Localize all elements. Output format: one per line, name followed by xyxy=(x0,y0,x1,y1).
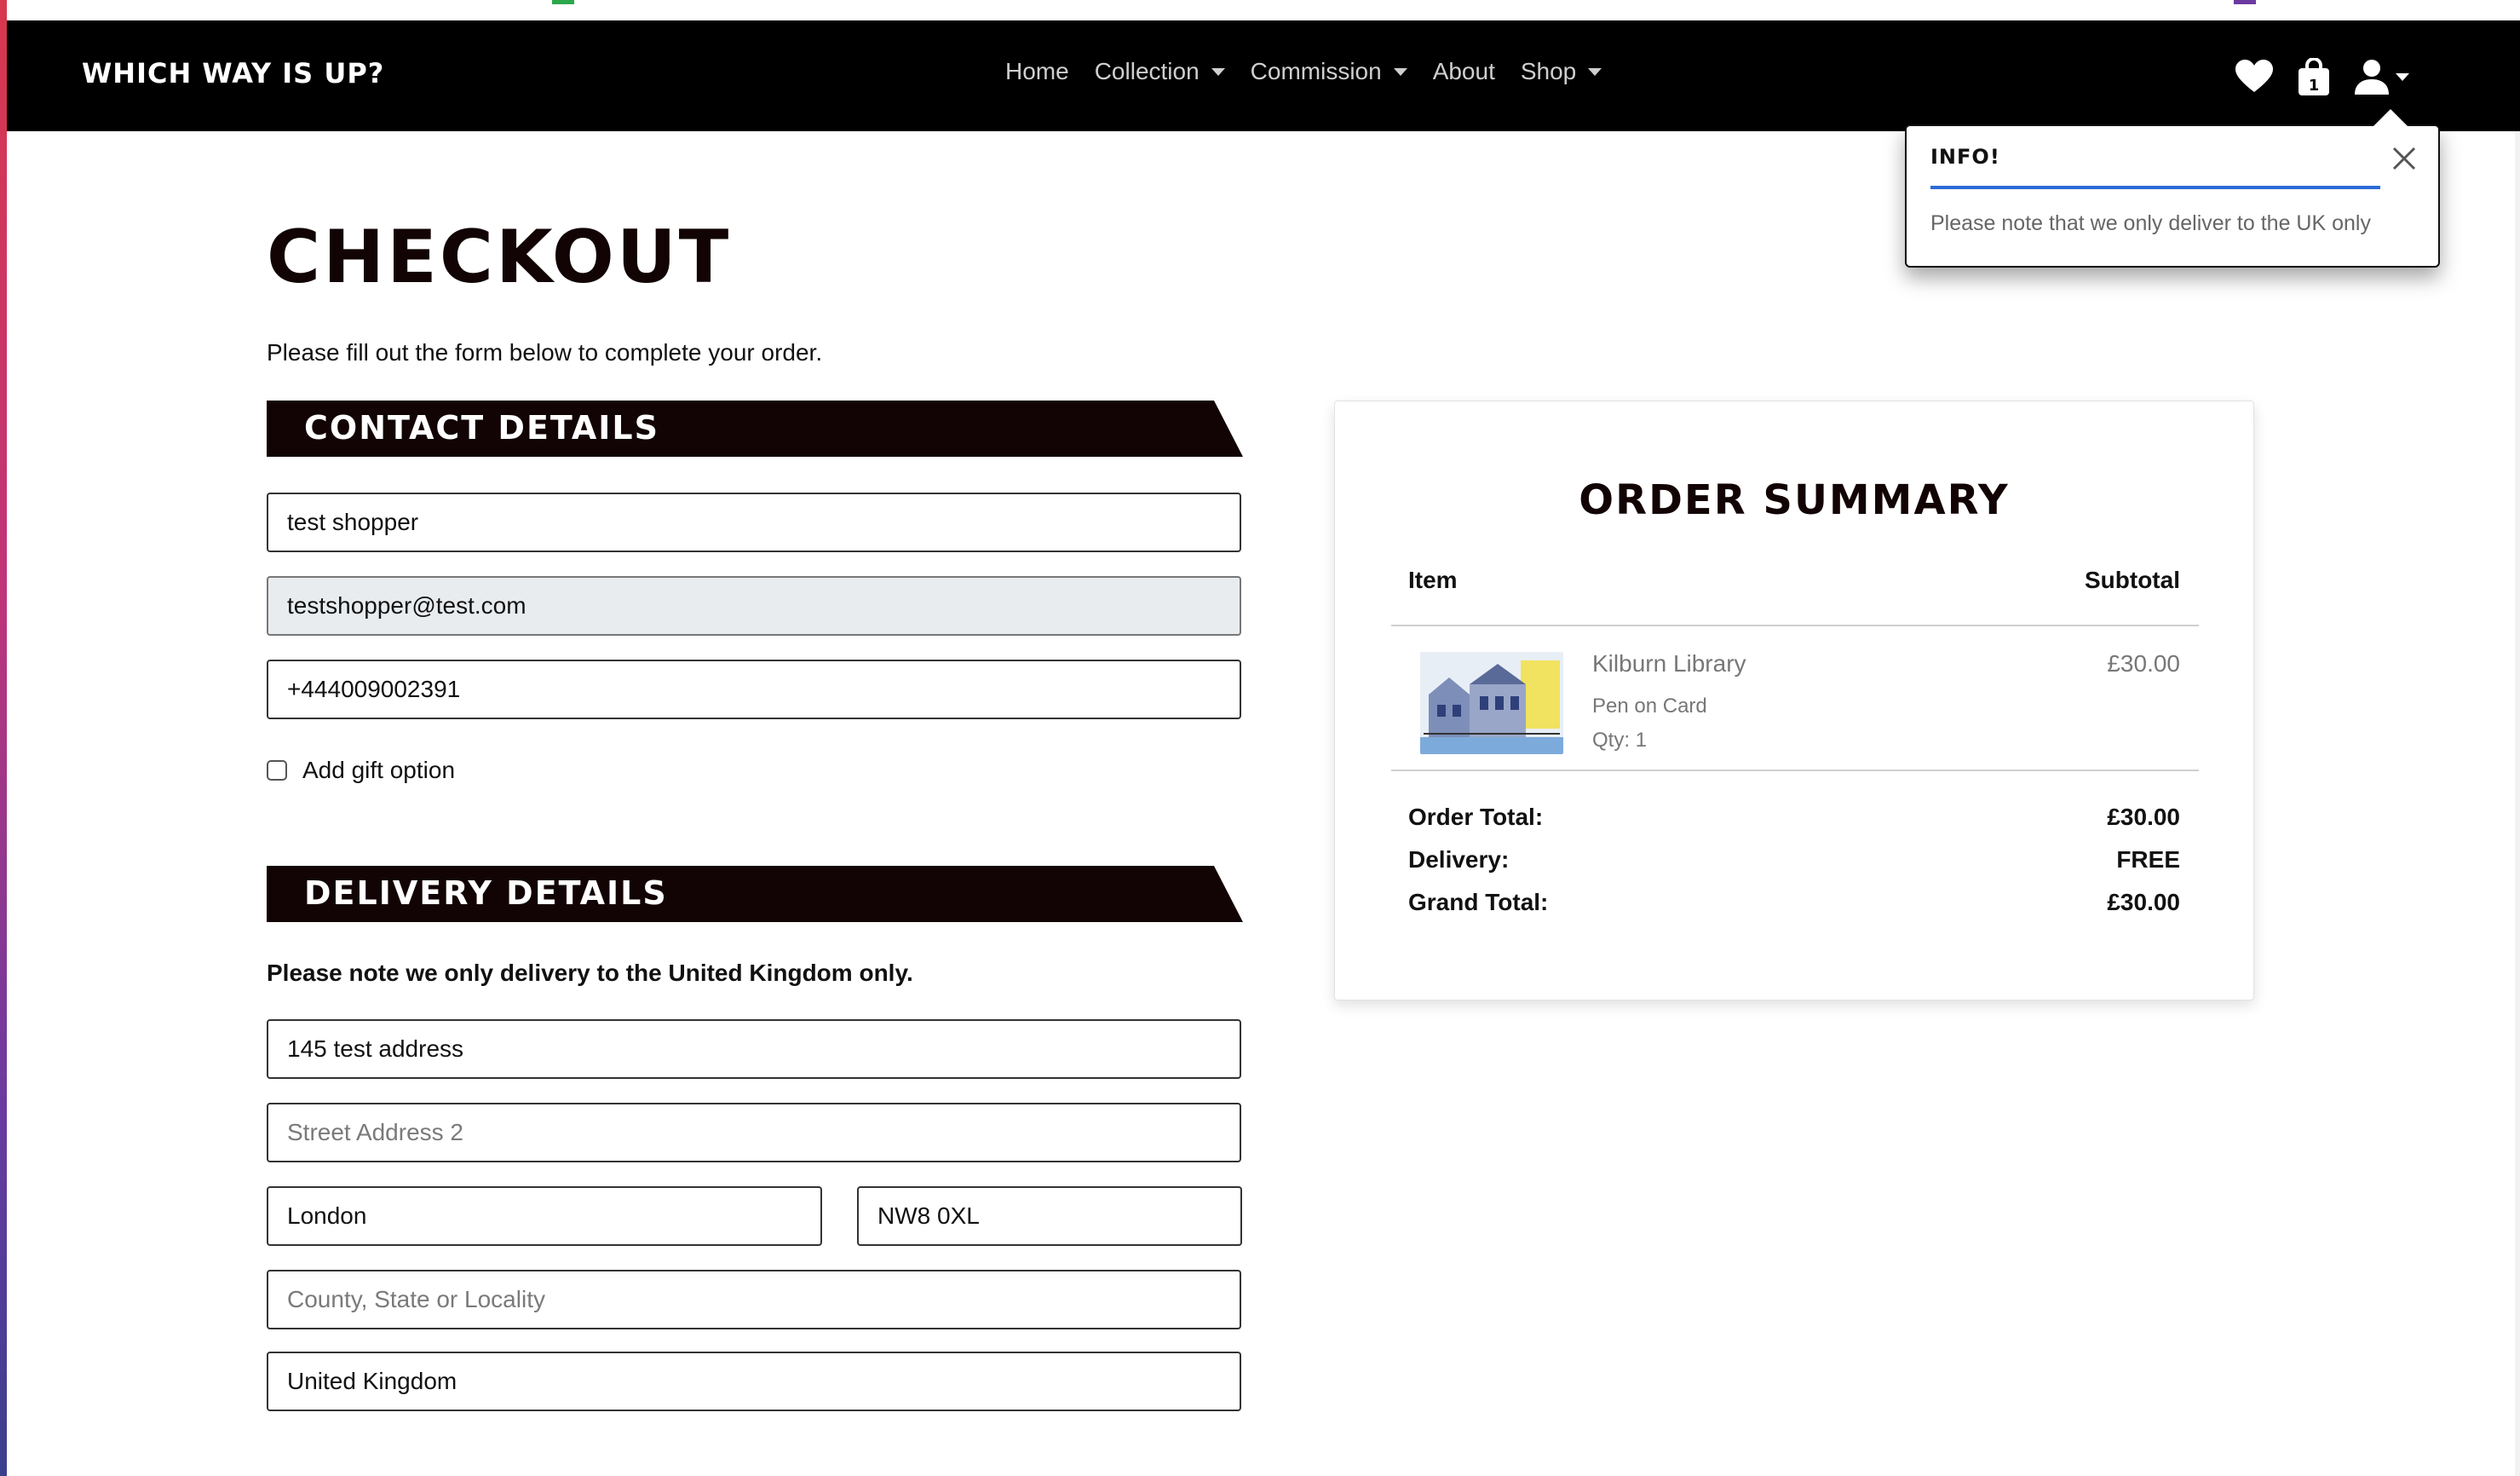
toast-message: Please note that we only deliver to the … xyxy=(1930,211,2371,235)
delivery-details-banner: Delivery Details xyxy=(267,866,1243,922)
summary-divider xyxy=(1391,770,2199,771)
product-medium: Pen on Card xyxy=(1592,695,1707,718)
chevron-down-icon xyxy=(1393,67,1407,76)
order-summary-title: Order Summary xyxy=(1579,476,2010,524)
wishlist-button[interactable] xyxy=(2235,60,2273,94)
grand-total-label: Grand Total: xyxy=(1408,889,1549,915)
user-icon xyxy=(2355,60,2389,95)
bookmark-marker xyxy=(552,0,574,4)
nav-home-label: Home xyxy=(1005,58,1069,84)
cart-count: 1 xyxy=(2309,77,2320,95)
nav-collection[interactable]: Collection xyxy=(1095,58,1225,85)
nav-shop[interactable]: Shop xyxy=(1521,58,1602,85)
chevron-down-icon xyxy=(1211,67,1225,76)
street-address-1-field[interactable] xyxy=(267,1019,1241,1079)
postcode-field[interactable] xyxy=(857,1186,1242,1246)
toast-title: Info! xyxy=(1930,145,2000,169)
shopping-bag-icon: 1 xyxy=(2298,58,2329,95)
order-summary-card: Order Summary Item Subtotal Kilburn Libr… xyxy=(1334,401,2254,1000)
country-field[interactable] xyxy=(267,1352,1241,1411)
nav-about[interactable]: About xyxy=(1433,58,1495,85)
nav-commission[interactable]: Commission xyxy=(1251,58,1407,85)
nav-home[interactable]: Home xyxy=(1005,58,1069,85)
scrollbar-track[interactable] xyxy=(2515,128,2520,1476)
contact-details-heading: Contact Details xyxy=(304,409,660,447)
grand-total-value: £30.00 xyxy=(2107,889,2180,915)
order-total-value: £30.00 xyxy=(2107,804,2180,830)
chevron-down-icon xyxy=(2396,72,2409,81)
nav-commission-label: Commission xyxy=(1250,58,1382,84)
county-field[interactable] xyxy=(267,1270,1241,1329)
delivery-details-heading: Delivery Details xyxy=(304,874,668,912)
order-total-label: Order Total: xyxy=(1408,804,1544,830)
nav-icons: 1 xyxy=(2235,51,2435,102)
product-quantity: Qty: 1 xyxy=(1592,729,1648,752)
full-name-field[interactable] xyxy=(267,493,1241,552)
nav-about-label: About xyxy=(1432,58,1495,84)
email-field[interactable] xyxy=(267,576,1241,636)
brand-logo[interactable]: Which Way is Up? xyxy=(82,57,384,89)
gift-option-label: Add gift option xyxy=(302,757,456,783)
info-toast: Info! Please note that we only deliver t… xyxy=(1905,124,2440,268)
toast-accent-rule xyxy=(1930,186,2380,189)
phone-field[interactable] xyxy=(267,660,1241,719)
town-field[interactable] xyxy=(267,1186,822,1246)
gift-option-row[interactable]: Add gift option xyxy=(267,757,455,784)
gift-option-checkbox[interactable] xyxy=(267,760,287,781)
nav-collection-label: Collection xyxy=(1094,58,1200,84)
main-nav: Home Collection Commission About Shop xyxy=(1005,58,1627,85)
delivery-value: FREE xyxy=(2116,846,2180,873)
product-thumbnail[interactable] xyxy=(1420,652,1563,754)
chevron-down-icon xyxy=(1588,67,1602,76)
window-edge-gradient xyxy=(0,0,7,1476)
product-image xyxy=(1420,652,1563,754)
close-icon[interactable] xyxy=(2389,143,2419,174)
contact-details-banner: Contact Details xyxy=(267,401,1243,457)
browser-top-strip xyxy=(0,0,2520,20)
item-column-header: Item xyxy=(1408,567,1458,593)
account-menu-button[interactable] xyxy=(2355,59,2409,95)
nav-shop-label: Shop xyxy=(1520,58,1577,84)
subtotal-column-header: Subtotal xyxy=(2085,567,2180,593)
product-name[interactable]: Kilburn Library xyxy=(1592,650,1746,677)
navbar: Which Way is Up? Home Collection Commiss… xyxy=(7,20,2520,131)
street-address-2-field[interactable] xyxy=(267,1103,1241,1162)
checkout-intro: Please fill out the form below to comple… xyxy=(267,339,823,366)
delivery-note: Please note we only delivery to the Unit… xyxy=(267,960,913,986)
delivery-label: Delivery: xyxy=(1408,846,1510,873)
product-subtotal: £30.00 xyxy=(2107,650,2180,677)
summary-divider xyxy=(1391,625,2199,626)
heart-icon xyxy=(2235,60,2273,92)
page-title: Checkout xyxy=(267,215,732,300)
toast-pointer xyxy=(2373,109,2408,126)
bookmark-marker xyxy=(2234,0,2256,4)
cart-button[interactable]: 1 xyxy=(2298,58,2329,95)
